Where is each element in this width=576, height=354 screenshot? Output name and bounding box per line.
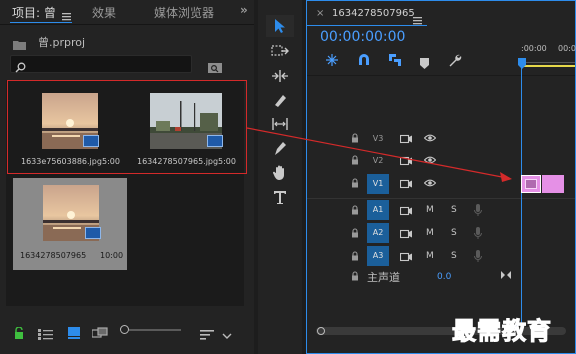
watermark: 最需教育 [452, 317, 552, 346]
drag-annotation-arrow [246, 127, 512, 182]
